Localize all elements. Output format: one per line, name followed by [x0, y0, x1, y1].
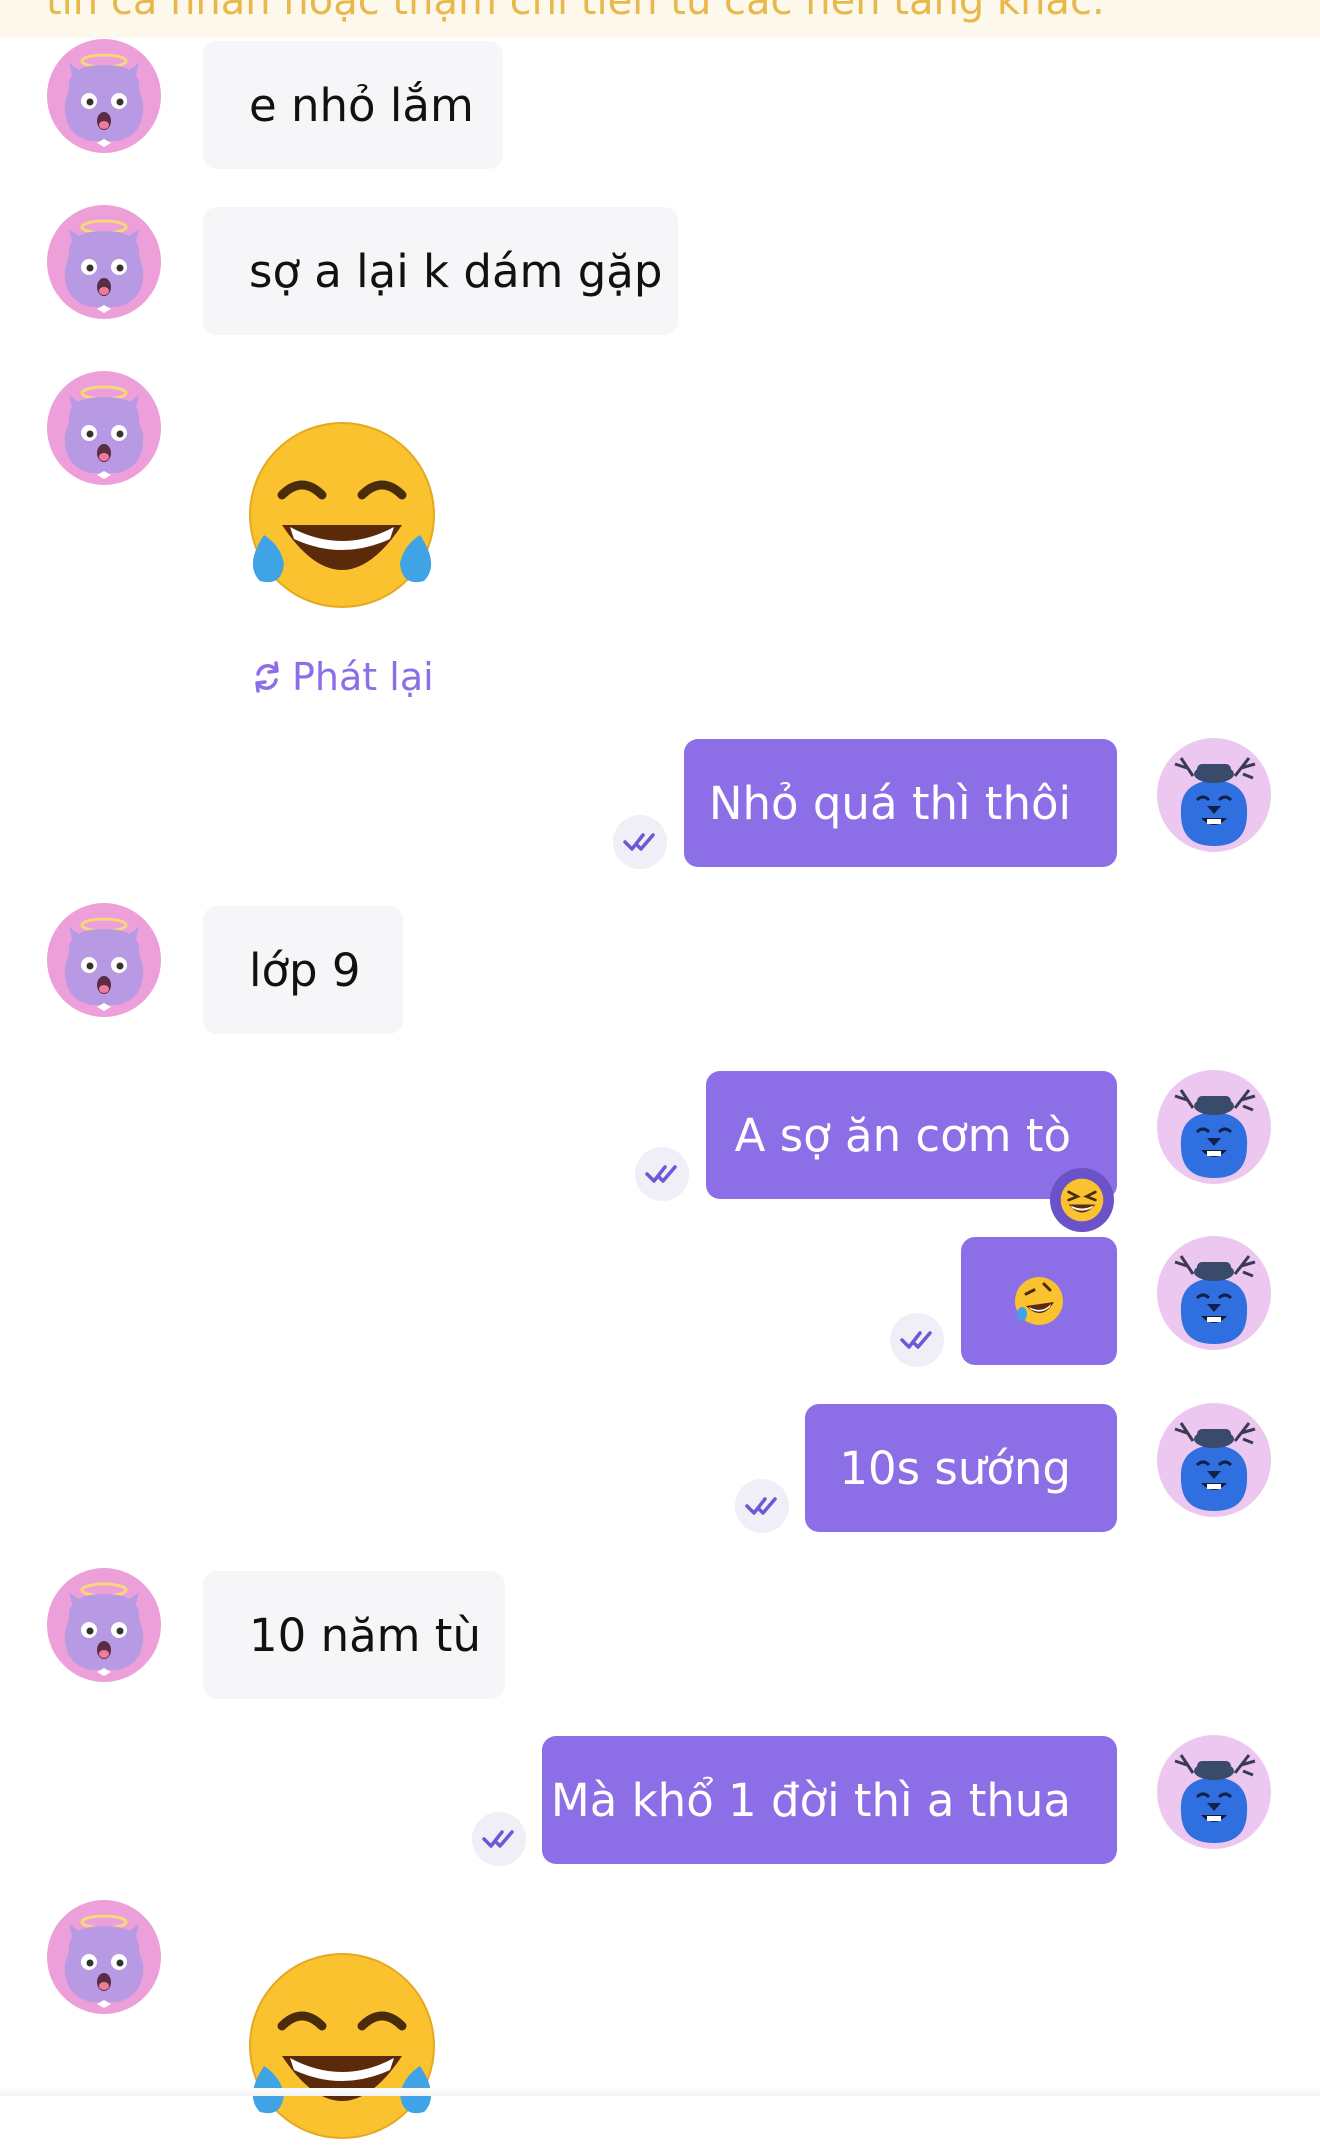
double-check-icon [745, 1495, 779, 1517]
purple-angel-avatar-icon [47, 903, 161, 1017]
warning-banner: tin cá nhân hoặc thậm chí tiền từ các nề… [0, 0, 1320, 38]
incoming-message-bubble[interactable]: lớp 9 [203, 906, 403, 1034]
purple-angel-avatar-icon [47, 205, 161, 319]
message-text: 10s sướng [839, 1441, 1071, 1495]
incoming-message-bubble[interactable]: 10 năm tù [203, 1571, 505, 1699]
seen-status [472, 1812, 526, 1866]
seen-status [735, 1479, 789, 1533]
bottom-edge [0, 2088, 1320, 2096]
incoming-message-bubble[interactable]: sợ a lại k dám gặp [203, 207, 678, 335]
outgoing-avatar[interactable] [1157, 1236, 1271, 1350]
blue-hat-avatar-icon [1157, 1403, 1271, 1517]
incoming-avatar[interactable] [47, 371, 161, 485]
outgoing-avatar[interactable] [1157, 738, 1271, 852]
outgoing-message-bubble[interactable]: 10s sướng [805, 1404, 1117, 1532]
message-text: lớp 9 [249, 943, 361, 997]
outgoing-avatar[interactable] [1157, 1735, 1271, 1849]
outgoing-avatar[interactable] [1157, 1403, 1271, 1517]
incoming-avatar[interactable] [47, 1568, 161, 1682]
face-with-tears-of-joy-icon[interactable] [242, 1946, 442, 2146]
blue-hat-avatar-icon [1157, 738, 1271, 852]
outgoing-avatar[interactable] [1157, 1070, 1271, 1184]
double-check-icon [482, 1828, 516, 1850]
replay-label: Phát lại [292, 655, 434, 699]
incoming-avatar[interactable] [47, 205, 161, 319]
message-text: 10 năm tù [249, 1608, 481, 1662]
blue-hat-avatar-icon [1157, 1236, 1271, 1350]
double-check-icon [645, 1163, 679, 1185]
double-check-icon [623, 831, 657, 853]
double-check-icon [900, 1329, 934, 1351]
seen-status [890, 1313, 944, 1367]
message-text: sợ a lại k dám gặp [249, 244, 663, 298]
incoming-avatar[interactable] [47, 903, 161, 1017]
purple-angel-avatar-icon [47, 39, 161, 153]
replay-icon [255, 661, 279, 693]
incoming-avatar[interactable] [47, 1900, 161, 2014]
seen-status [613, 815, 667, 869]
outgoing-message-bubble[interactable]: Nhỏ quá thì thôi [684, 739, 1117, 867]
replay-button[interactable]: Phát lại [250, 655, 434, 699]
face-with-tears-of-joy-icon[interactable] [242, 415, 442, 615]
purple-angel-avatar-icon [47, 371, 161, 485]
warning-banner-text: tin cá nhân hoặc thậm chí tiền từ các nề… [46, 0, 1105, 24]
blue-hat-avatar-icon [1157, 1070, 1271, 1184]
message-text: e nhỏ lắm [249, 78, 474, 132]
message-text: Mà khổ 1 đời thì a thua [550, 1773, 1071, 1827]
seen-status [635, 1147, 689, 1201]
outgoing-emoji-bubble[interactable] [961, 1237, 1117, 1365]
grinning-squinting-face-icon [1058, 1176, 1106, 1224]
purple-angel-avatar-icon [47, 1568, 161, 1682]
outgoing-message-bubble[interactable]: A sợ ăn cơm tò [706, 1071, 1117, 1199]
outgoing-message-bubble[interactable]: Mà khổ 1 đời thì a thua [542, 1736, 1117, 1864]
purple-angel-avatar-icon [47, 1900, 161, 2014]
message-text: Nhỏ quá thì thôi [708, 776, 1071, 830]
incoming-avatar[interactable] [47, 39, 161, 153]
incoming-message-bubble[interactable]: e nhỏ lắm [203, 41, 503, 169]
message-text: A sợ ăn cơm tò [734, 1108, 1071, 1162]
blue-hat-avatar-icon [1157, 1735, 1271, 1849]
message-reaction[interactable] [1050, 1168, 1114, 1232]
rolling-on-floor-laughing-icon [1012, 1274, 1066, 1328]
